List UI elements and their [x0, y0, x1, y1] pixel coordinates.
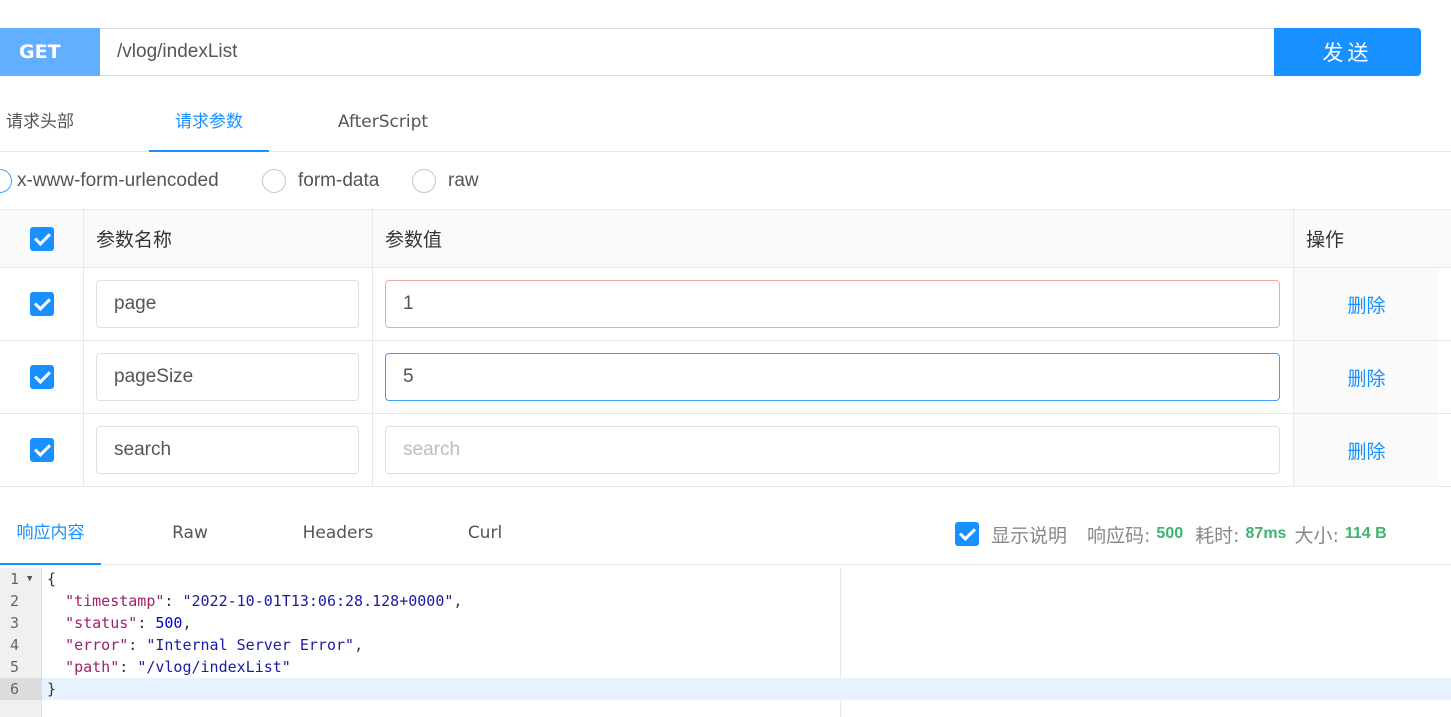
- delete-link[interactable]: 删除: [1347, 364, 1385, 391]
- radio-urlencoded[interactable]: x-www-form-urlencoded: [0, 152, 219, 210]
- radio-raw[interactable]: raw: [412, 152, 479, 210]
- time-label: 耗时:: [1195, 524, 1240, 547]
- code-line: {: [47, 570, 57, 588]
- param-name-input[interactable]: [96, 426, 359, 474]
- show-desc-label: 显示说明: [991, 524, 1068, 547]
- line-number: 1 ▼: [10, 568, 33, 590]
- show-desc-checkbox[interactable]: [955, 522, 979, 546]
- method-badge[interactable]: GET: [0, 28, 100, 76]
- param-value-input[interactable]: [385, 426, 1280, 474]
- url-input[interactable]: [100, 28, 1274, 76]
- response-meta: 显示说明 响应码: 500 耗时: 87ms 大小: 114 B: [955, 503, 1387, 565]
- tab-afterscript[interactable]: AfterScript: [324, 92, 442, 152]
- line-number: 6: [0, 678, 41, 700]
- status-value: 500: [1156, 525, 1184, 542]
- name-cell: [84, 414, 373, 486]
- tab-response-body[interactable]: 响应内容: [0, 503, 101, 565]
- code-line: "status": 500,: [65, 614, 192, 632]
- code-line: "timestamp": "2022-10-01T13:06:28.128+00…: [65, 592, 463, 610]
- check-cell: [0, 414, 84, 486]
- header-name-cell: 参数名称: [84, 210, 373, 267]
- column-header-name: 参数名称: [96, 229, 173, 251]
- request-tabs: 请求头部 请求参数 AfterScript: [0, 92, 1451, 152]
- send-button[interactable]: 发送: [1274, 28, 1421, 76]
- tab-raw[interactable]: Raw: [160, 503, 220, 565]
- radio-selected-icon: [0, 169, 12, 193]
- radio-form-data[interactable]: form-data: [262, 152, 379, 210]
- radio-label: raw: [448, 170, 479, 191]
- line-gutter: 1 ▼ 2 3 4 5 6: [0, 568, 42, 717]
- line-number: 2: [10, 592, 20, 610]
- tab-params[interactable]: 请求参数: [149, 92, 269, 152]
- request-bar: GET 发送: [0, 28, 1421, 76]
- body-type-group: x-www-form-urlencoded form-data raw: [0, 152, 1451, 210]
- header-check-cell: [0, 210, 84, 267]
- param-value-input[interactable]: [385, 353, 1280, 401]
- row-checkbox[interactable]: [29, 438, 54, 462]
- select-all-checkbox[interactable]: [29, 226, 54, 251]
- size-label: 大小:: [1294, 524, 1339, 547]
- radio-label: form-data: [298, 170, 380, 191]
- param-name-input[interactable]: [96, 353, 359, 401]
- column-header-op: 操作: [1306, 229, 1345, 251]
- radio-icon: [412, 169, 436, 193]
- line-number: 4: [10, 636, 20, 654]
- value-cell: [373, 268, 1294, 340]
- op-cell: 删除: [1294, 414, 1439, 486]
- size-value: 114 B: [1344, 525, 1387, 542]
- table-row: 删除: [0, 341, 1451, 414]
- code-line: "error": "Internal Server Error",: [65, 636, 364, 654]
- line-number: 5: [10, 658, 20, 676]
- delete-link[interactable]: 删除: [1347, 437, 1385, 464]
- value-cell: [373, 341, 1294, 413]
- time-value: 87ms: [1245, 525, 1287, 542]
- name-cell: [84, 268, 373, 340]
- param-name-input[interactable]: [96, 280, 359, 328]
- delete-link[interactable]: 删除: [1347, 291, 1385, 318]
- fold-arrow-icon[interactable]: ▼: [27, 568, 32, 590]
- check-cell: [0, 268, 84, 340]
- response-editor[interactable]: 1 ▼ 2 3 4 5 6 { "timestamp": "2022-10-01T…: [0, 568, 1451, 717]
- table-row: 删除: [0, 268, 1451, 341]
- code-line: }: [42, 678, 1451, 700]
- radio-label: x-www-form-urlencoded: [17, 170, 219, 191]
- column-header-value: 参数值: [385, 229, 443, 251]
- name-cell: [84, 341, 373, 413]
- table-row: 删除: [0, 414, 1451, 487]
- tab-headers-response[interactable]: Headers: [295, 503, 381, 565]
- header-op-cell: 操作: [1294, 210, 1439, 267]
- table-header-row: 参数名称 参数值 操作: [0, 210, 1451, 268]
- row-checkbox[interactable]: [29, 365, 54, 389]
- status-label: 响应码:: [1087, 524, 1151, 547]
- value-cell: [373, 414, 1294, 486]
- response-tabs: 响应内容 Raw Headers Curl 显示说明 响应码: 500 耗时: …: [0, 503, 1451, 565]
- param-value-input[interactable]: [385, 280, 1280, 328]
- header-value-cell: 参数值: [373, 210, 1294, 267]
- tab-headers[interactable]: 请求头部: [0, 92, 80, 152]
- row-checkbox[interactable]: [29, 292, 54, 316]
- radio-icon: [262, 169, 286, 193]
- tab-curl[interactable]: Curl: [459, 503, 511, 565]
- params-table: 参数名称 参数值 操作 删除 删除: [0, 210, 1451, 487]
- code-line: "path": "/vlog/indexList": [65, 658, 291, 676]
- line-number: 3: [10, 614, 20, 632]
- op-cell: 删除: [1294, 341, 1439, 413]
- check-cell: [0, 341, 84, 413]
- op-cell: 删除: [1294, 268, 1439, 340]
- code-content[interactable]: { "timestamp": "2022-10-01T13:06:28.128+…: [42, 568, 1451, 700]
